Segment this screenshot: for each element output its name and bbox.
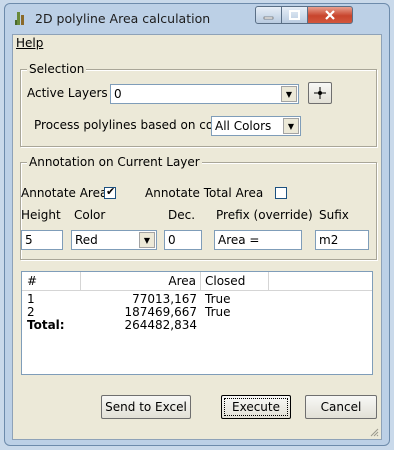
menu-bar: Help [13, 35, 381, 52]
minimize-button[interactable] [255, 6, 282, 24]
total-label: Total: [27, 318, 65, 332]
row-area: 187469,667 [124, 305, 197, 319]
column-header-closed[interactable]: Closed [201, 272, 269, 290]
color-filter-value: All Colors [215, 119, 272, 133]
crosshair-icon [314, 87, 326, 99]
close-icon [325, 10, 335, 20]
annotation-group: Annotation on Current Layer Annotate Are… [20, 155, 377, 260]
maximize-icon [289, 10, 300, 20]
prefix-value: Area = [218, 233, 260, 247]
active-layers-combo[interactable]: 0 ▼ [110, 84, 299, 104]
annotation-legend: Annotation on Current Layer [27, 155, 202, 169]
maximize-button[interactable] [281, 6, 308, 24]
resize-grip-icon[interactable] [369, 427, 379, 437]
chevron-down-icon[interactable]: ▼ [281, 86, 297, 102]
active-layers-value: 0 [114, 87, 122, 101]
suffix-field[interactable]: m2 [315, 230, 369, 250]
row-closed: True [205, 305, 231, 319]
color-value: Red [75, 233, 98, 247]
suffix-label: Sufix [319, 208, 349, 222]
execute-button[interactable]: Execute [221, 395, 291, 419]
annotate-area-checkbox[interactable]: ✔ [104, 185, 116, 199]
row-number: 2 [27, 305, 35, 319]
suffix-value: m2 [319, 233, 339, 247]
send-to-excel-label: Send to Excel [105, 400, 187, 414]
cancel-button[interactable]: Cancel [305, 395, 377, 419]
minimize-icon [263, 16, 274, 20]
height-value: 5 [25, 233, 33, 247]
pick-layer-button[interactable] [308, 82, 332, 104]
annotate-total-label: Annotate Total Area [145, 186, 264, 200]
row-closed: True [205, 292, 231, 306]
cancel-label: Cancel [320, 400, 362, 414]
dec-label: Dec. [168, 208, 196, 222]
send-to-excel-button[interactable]: Send to Excel [101, 395, 191, 419]
selection-group: Selection Active Layers 0 ▼ Process poly… [20, 62, 377, 147]
row-area: 77013,167 [132, 292, 197, 306]
column-header-number[interactable]: # [22, 272, 81, 290]
height-field[interactable]: 5 [21, 230, 63, 250]
annotate-total-checkbox[interactable] [275, 187, 287, 199]
row-number: 1 [27, 292, 35, 306]
results-header: # Area Closed [22, 272, 372, 291]
total-value: 264482,834 [124, 318, 197, 332]
app-icon [15, 12, 24, 25]
color-combo[interactable]: Red ▼ [71, 230, 157, 250]
menu-help[interactable]: Help [16, 36, 43, 50]
window-title: 2D polyline Area calculation [35, 11, 211, 26]
annotate-area-label: Annotate Area [21, 186, 108, 200]
dialog-window: 2D polyline Area calculation Help Select… [4, 3, 390, 446]
close-button[interactable] [307, 6, 353, 24]
chevron-down-icon[interactable]: ▼ [139, 232, 155, 248]
process-polylines-label: Process polylines based on color [34, 118, 229, 132]
results-list[interactable]: # Area Closed 1 77013,167 True 2 187469,… [21, 271, 373, 375]
active-layers-label: Active Layers [27, 86, 108, 100]
height-label: Height [21, 208, 61, 222]
chevron-down-icon[interactable]: ▼ [283, 118, 299, 134]
checkmark-icon: ✔ [106, 185, 116, 198]
title-bar[interactable]: 2D polyline Area calculation [5, 4, 389, 32]
selection-legend: Selection [27, 62, 87, 76]
color-filter-combo[interactable]: All Colors ▼ [211, 116, 301, 136]
column-header-area[interactable]: Area [81, 272, 201, 290]
prefix-field[interactable]: Area = [214, 230, 302, 250]
execute-label: Execute [232, 400, 280, 414]
color-label: Color [74, 208, 106, 222]
dec-value: 0 [168, 233, 176, 247]
prefix-label: Prefix (override) [216, 208, 313, 222]
dialog-client: Help Selection Active Layers 0 ▼ Process… [12, 34, 382, 440]
dec-field[interactable]: 0 [164, 230, 202, 250]
